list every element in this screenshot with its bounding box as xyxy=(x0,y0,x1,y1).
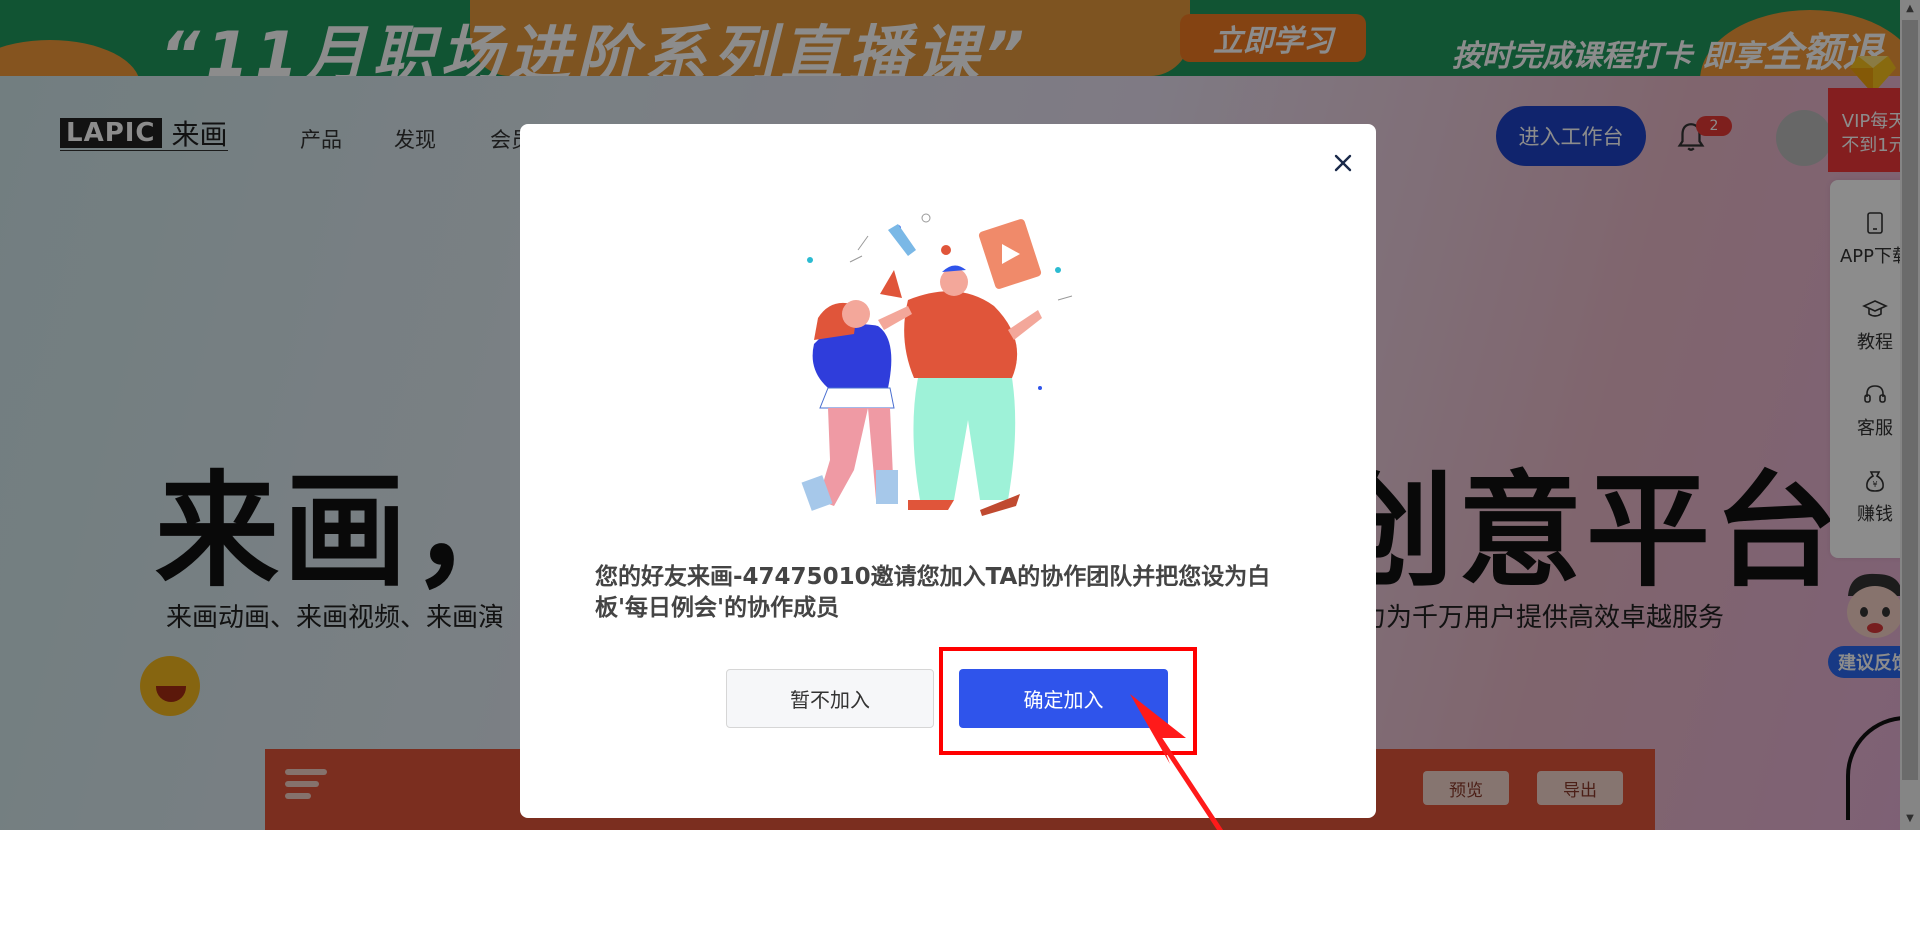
invite-message: 您的好友来画-47475010邀请您加入TA的协作团队并把您设为白板'每日例会'… xyxy=(595,564,1271,621)
browser-viewport: “11月职场进阶系列直播课” 立即学习 按时完成课程打卡 即享全额退 LAPIC… xyxy=(0,0,1920,830)
decline-button[interactable]: 暂不加入 xyxy=(726,669,934,728)
celebration-illustration xyxy=(801,213,1073,516)
pointer-arrow-icon xyxy=(1130,694,1224,830)
close-icon[interactable] xyxy=(1330,150,1356,176)
